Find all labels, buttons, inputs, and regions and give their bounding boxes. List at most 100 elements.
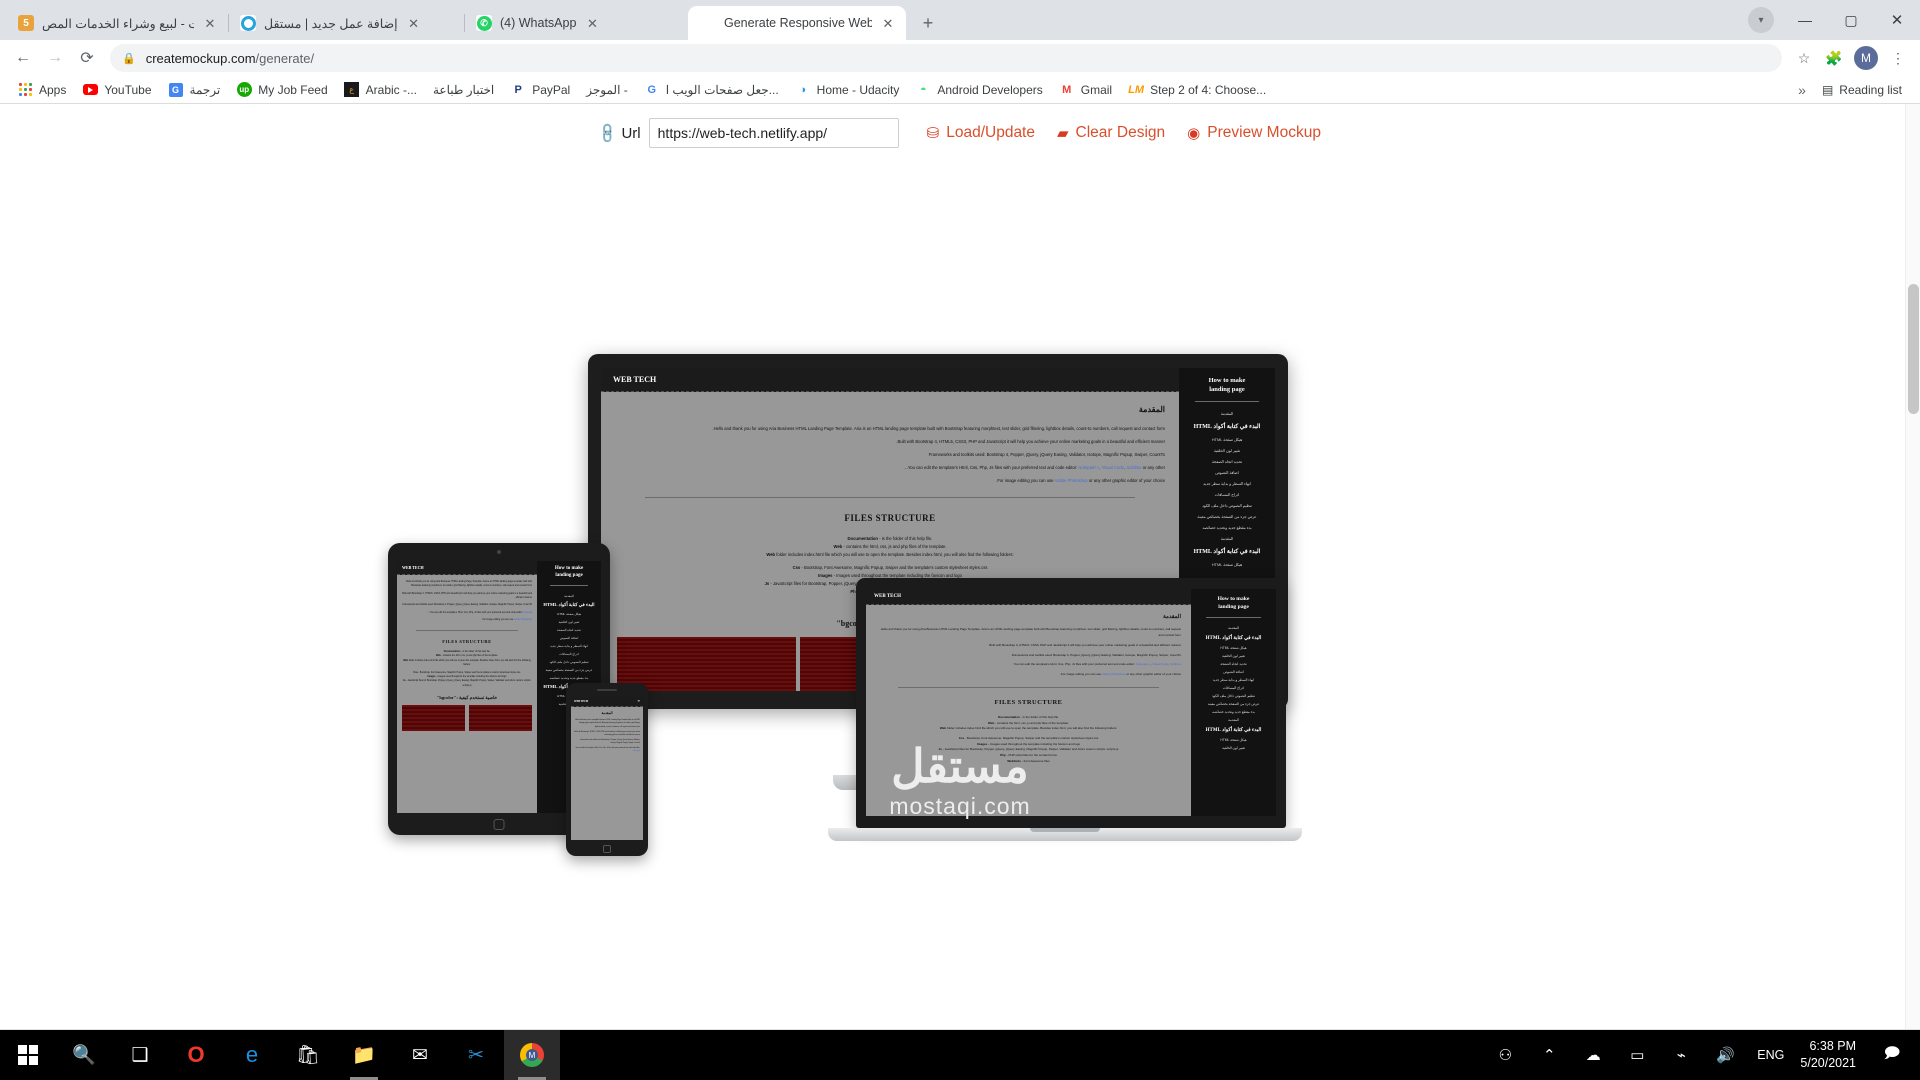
opera-icon[interactable]: O — [168, 1030, 224, 1080]
sidebar-item[interactable]: اضافة النصوص — [1196, 668, 1271, 676]
notifications-icon[interactable]: 🗩 — [1870, 1030, 1914, 1080]
clear-design-button[interactable]: ▰ Clear Design — [1057, 124, 1165, 142]
chrome-icon[interactable]: M — [504, 1030, 560, 1080]
sidebar-item[interactable]: انهاء السطر و بداية سطر جديد — [1196, 676, 1271, 684]
sidebar-item[interactable]: تحديد اتجاه الصفحة — [1185, 456, 1269, 467]
sidebar-item[interactable]: البدء في كتابة أكواد HTML — [540, 600, 598, 610]
sidebar-item[interactable]: انهاء السطر و بداية سطر جديد — [1185, 478, 1269, 489]
bookmark-arabic[interactable]: ع Arabic -... — [337, 79, 424, 101]
tab-close-icon[interactable]: ✕ — [880, 15, 896, 31]
chevron-up-icon[interactable]: ⌃ — [1527, 1030, 1571, 1080]
tab-mostaqil[interactable]: إضافة عمل جديد | مستقل ✕ — [228, 6, 464, 40]
sidebar-item[interactable]: انهاء السطر و بداية سطر جديد — [540, 642, 598, 650]
bookmark-translate[interactable]: G ترجمة — [161, 79, 228, 101]
bookmark-paypal[interactable]: P PayPal — [503, 79, 577, 101]
editor-link[interactable]: Visual Code — [1152, 662, 1168, 666]
url-input[interactable] — [648, 118, 899, 148]
sidebar-item[interactable]: المقدمة — [1196, 716, 1271, 724]
sidebar-item[interactable]: بدء مقطع جديد وتحديد خصائصه — [540, 674, 598, 682]
vscode-icon[interactable]: ✂ — [448, 1030, 504, 1080]
sidebar-item[interactable]: ادراج المسافات — [1185, 489, 1269, 500]
sidebar-item[interactable]: المقدمة — [1185, 408, 1269, 419]
sidebar-item[interactable]: البدء في كتابة أكواد HTML — [1196, 632, 1271, 644]
device-laptop[interactable]: WEB TECH المقدمة Hello and thank you for… — [828, 578, 1302, 868]
sidebar-item[interactable]: هيكل صفحة HTML — [540, 610, 598, 618]
sidebar-item[interactable]: هيكل صفحة HTML — [1185, 559, 1269, 570]
editor-link[interactable]: Notepad++ — [1078, 465, 1099, 470]
chrome-menu-icon[interactable]: ⋮ — [1884, 44, 1912, 72]
microsoft-store-icon[interactable]: 🛍 — [280, 1030, 336, 1080]
scrollbar-thumb[interactable] — [1908, 284, 1919, 414]
sidebar-item[interactable]: عرض جزء من الصفحة بخصائص معينة — [540, 666, 598, 674]
sidebar-item[interactable]: تغيير لون الخلفية — [540, 618, 598, 626]
file-explorer-icon[interactable]: 📁 — [336, 1030, 392, 1080]
bookmark-udacity[interactable]: ◑ Home - Udacity — [788, 79, 907, 101]
home-button-icon[interactable] — [603, 845, 611, 853]
sidebar-item[interactable]: تحديد اتجاه الصفحة — [540, 626, 598, 634]
extensions-icon[interactable]: 🧩 — [1820, 44, 1848, 72]
bookmark-print-test[interactable]: اختبار طباعة — [426, 80, 501, 100]
sidebar-item[interactable]: هيكل صفحة HTML — [1185, 434, 1269, 445]
reading-list-button[interactable]: ▤ Reading list — [1814, 80, 1910, 100]
minimize-button[interactable]: — — [1782, 0, 1828, 40]
sidebar-item[interactable]: تغيير لون الخلفية — [1185, 445, 1269, 456]
editor-link[interactable]: Sublime — [1170, 662, 1181, 666]
sidebar-item[interactable]: ادراج المسافات — [540, 650, 598, 658]
sidebar-item[interactable]: المقدمة — [540, 592, 598, 600]
bookmark-apps[interactable]: Apps — [10, 79, 73, 101]
sidebar-item[interactable]: البدء في كتابة أكواد HTML — [1196, 724, 1271, 736]
start-button[interactable] — [0, 1030, 56, 1080]
bookmark-star-icon[interactable]: ☆ — [1790, 44, 1818, 72]
tab-generate-mockup[interactable]: 🖥 Generate Responsive Website Mo ✕ — [688, 6, 906, 40]
sidebar-item[interactable]: عرض جزء من الصفحة بخصائص معينة — [1196, 700, 1271, 708]
sidebar-item[interactable]: تنظيم النصوص داخل ملف الكود — [1185, 500, 1269, 511]
bookmark-step2[interactable]: LM Step 2 of 4: Choose... — [1121, 79, 1273, 101]
sidebar-item[interactable]: تحديد اتجاه الصفحة — [1196, 660, 1271, 668]
sidebar-item[interactable]: البدء في كتابة أكواد HTML — [1185, 419, 1269, 434]
home-button-icon[interactable] — [493, 819, 505, 830]
tab-khamsat[interactable]: 5 خمسات - لبيع وشراء الخدمات المص ✕ — [6, 6, 228, 40]
profile-chevron-icon[interactable]: ▾ — [1748, 7, 1774, 33]
tab-close-icon[interactable]: ✕ — [406, 15, 422, 31]
maximize-button[interactable]: ▢ — [1828, 0, 1874, 40]
close-window-button[interactable]: ✕ — [1874, 0, 1920, 40]
search-icon[interactable]: 🔍 — [56, 1030, 112, 1080]
task-view-icon[interactable]: ❑ — [112, 1030, 168, 1080]
sidebar-item[interactable]: عرض جزء من الصفحة بخصائص معينة — [1185, 511, 1269, 522]
forward-button[interactable]: → — [40, 43, 70, 73]
people-icon[interactable]: ⚇ — [1483, 1030, 1527, 1080]
photoshop-link[interactable]: Adobe Photoshop — [1102, 672, 1126, 676]
language-indicator[interactable]: ENG — [1747, 1048, 1794, 1062]
sidebar-item[interactable]: اضافة النصوص — [1185, 467, 1269, 478]
sidebar-item[interactable]: بدء مقطع جديد وتحديد خصائصه — [1196, 708, 1271, 716]
edge-icon[interactable]: e — [224, 1030, 280, 1080]
photoshop-link[interactable]: Adobe Photoshop — [1054, 478, 1087, 483]
tab-close-icon[interactable]: ✕ — [202, 15, 218, 31]
bookmark-my-job-feed[interactable]: up My Job Feed — [229, 79, 334, 101]
load-update-button[interactable]: ⛁ Load/Update — [927, 124, 1035, 142]
bookmark-almojaz[interactable]: الموجز - — [579, 80, 635, 100]
photoshop-link[interactable]: Adobe Photoshop — [514, 619, 532, 621]
clock[interactable]: 6:38 PM 5/20/2021 — [1794, 1030, 1870, 1080]
battery-icon[interactable]: ▭ — [1615, 1030, 1659, 1080]
tab-whatsapp[interactable]: ✆ (4) WhatsApp ✕ — [464, 6, 688, 40]
bookmarks-overflow-button[interactable]: » — [1792, 79, 1812, 101]
sidebar-item[interactable]: تنظيم النصوص داخل ملف الكود — [1196, 692, 1271, 700]
new-tab-button[interactable]: + — [914, 9, 942, 37]
editor-link[interactable]: Notepad++ — [1136, 662, 1151, 666]
sidebar-item[interactable]: المقدمة — [1196, 624, 1271, 632]
reload-button[interactable]: ⟳ — [72, 43, 102, 73]
bookmark-gmail[interactable]: M Gmail — [1052, 79, 1119, 101]
wifi-icon[interactable]: ⌁ — [1659, 1030, 1703, 1080]
editor-link[interactable]: Sublime — [1126, 465, 1141, 470]
bookmark-google-webpages[interactable]: G جعل صفحات الويب ا... — [637, 79, 786, 101]
sidebar-item[interactable]: البدء في كتابة أكواد HTML — [1185, 544, 1269, 559]
sidebar-item[interactable]: هيكل صفحة HTML — [1196, 644, 1271, 652]
sidebar-item[interactable]: المقدمة — [1185, 533, 1269, 544]
back-button[interactable]: ← — [8, 43, 38, 73]
sidebar-item[interactable]: بدء مقطع جديد وتحديد خصائصه — [1185, 522, 1269, 533]
bookmark-youtube[interactable]: YouTube — [75, 79, 158, 101]
editor-link[interactable]: Visual Code — [1101, 465, 1124, 470]
address-input[interactable]: 🔒 createmockup.com/generate/ — [110, 44, 1782, 72]
onedrive-icon[interactable]: ☁ — [1571, 1030, 1615, 1080]
